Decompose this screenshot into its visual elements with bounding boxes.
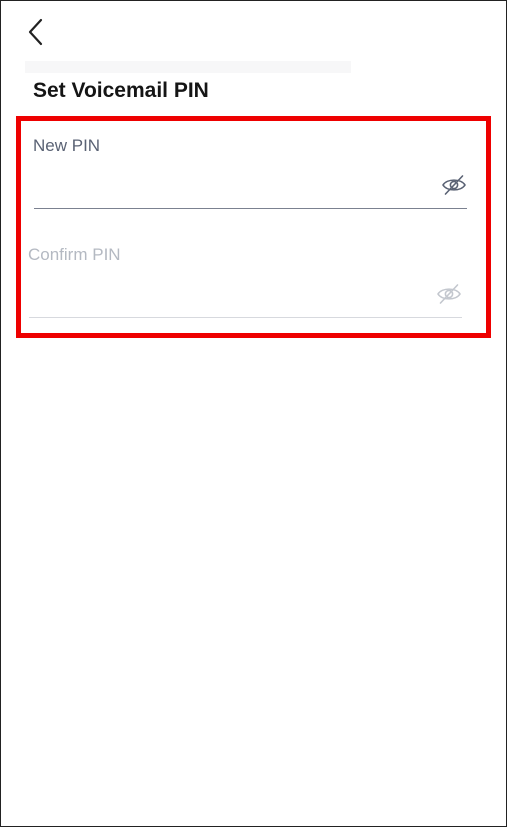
- new-pin-input[interactable]: [34, 173, 429, 199]
- chevron-left-icon: [28, 18, 43, 46]
- confirm-pin-label: Confirm PIN: [28, 245, 121, 264]
- confirm-pin-underline: [29, 317, 462, 318]
- back-button[interactable]: [19, 15, 53, 49]
- new-pin-label: New PIN: [33, 136, 101, 155]
- header-divider: [25, 61, 351, 73]
- app-screen: Set Voicemail PIN New PIN Confirm PIN: [0, 0, 507, 827]
- eye-off-icon: [437, 284, 461, 304]
- page-title: Set Voicemail PIN: [33, 79, 209, 102]
- confirm-pin-visibility-toggle[interactable]: [434, 281, 464, 307]
- confirm-pin-input[interactable]: [29, 282, 424, 308]
- new-pin-underline: [34, 208, 467, 209]
- new-pin-visibility-toggle[interactable]: [439, 172, 469, 198]
- eye-off-icon: [442, 175, 466, 195]
